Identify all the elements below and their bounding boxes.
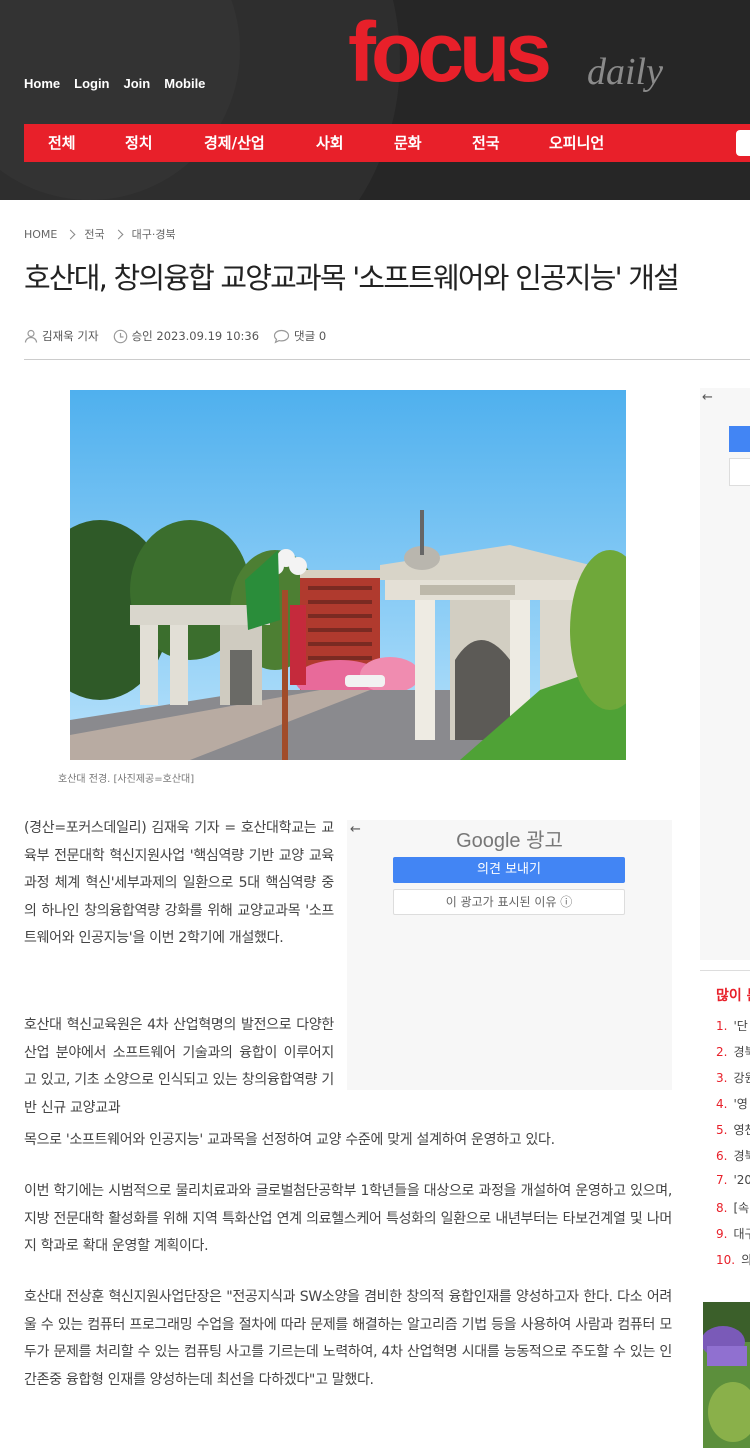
nav-all[interactable]: 전체 [48, 124, 76, 162]
article-photo [70, 390, 626, 760]
rank: 5. [716, 1123, 728, 1137]
campus-gate-image [70, 390, 626, 760]
article-paragraph-1: (경산=포커스데일리) 김재욱 기자 = 호산대학교는 교육부 전문대학 혁신지… [24, 820, 334, 946]
photo-caption: 호산대 전경. [사진제공=호산대] [58, 774, 195, 785]
breadcrumb-section[interactable]: 전국 [84, 226, 104, 242]
nav-economy[interactable]: 경제/산업 [204, 124, 265, 162]
headline[interactable]: 의 [741, 1253, 750, 1267]
popular-item[interactable]: 8. [속 [716, 1199, 749, 1216]
headline[interactable]: [속 [733, 1201, 749, 1215]
ad-feedback-button[interactable]: 의견 보내기 [393, 857, 625, 883]
nav-society[interactable]: 사회 [316, 124, 344, 162]
article-paragraph-3: 이번 학기에는 시범적으로 물리치료과와 글로벌첨단공학부 1학년들을 대상으로… [24, 1183, 672, 1254]
popular-news: 많이 본 뉴스 1. '단 2. 경북 3. 강원 4. '영 5. 영천 6. 경북 7.… [700, 970, 750, 1281]
main-nav: 전체 정치 경제/산업 사회 문화 전국 오피니언 [24, 124, 750, 162]
google-ad-label: Google 광고 [456, 830, 563, 852]
headline[interactable]: 경북 [733, 1045, 750, 1059]
popular-item[interactable]: 6. 경북 [716, 1147, 750, 1164]
breadcrumb-home[interactable]: HOME [24, 228, 57, 241]
rank: 1. [716, 1019, 728, 1033]
date-meta: 승인 2023.09.19 10:36 [113, 328, 259, 344]
login-link[interactable]: Login [74, 76, 109, 91]
divider [24, 359, 750, 360]
headline[interactable]: '20 [733, 1173, 750, 1187]
back-arrow-icon[interactable]: ← [702, 390, 713, 405]
breadcrumb-subsection[interactable]: 대구·경북 [132, 226, 176, 242]
article-paragraph-4: 호산대 전상훈 혁신지원사업단장은 "전공지식과 SW소양을 겸비한 창의적 융… [24, 1289, 672, 1388]
site-header: Home Login Join Mobile focus daily 전체 정치… [0, 0, 750, 200]
nav-nationwide[interactable]: 전국 [472, 124, 500, 162]
user-icon [24, 329, 38, 343]
thumbnail-image [703, 1302, 750, 1448]
article-meta: 김재욱 기자 승인 2023.09.19 10:36 댓글 0 [24, 328, 340, 344]
article-title: 호산대, 창의융합 교양교과목 '소프트웨어와 인공지능' 개설 [24, 261, 680, 295]
author-name[interactable]: 김재욱 기자 [42, 328, 99, 344]
comments-meta: 댓글 0 [273, 328, 326, 344]
rank: 6. [716, 1149, 728, 1163]
nav-politics[interactable]: 정치 [125, 124, 153, 162]
publish-date: 승인 2023.09.19 10:36 [131, 329, 260, 343]
sidebar-ad-why-button[interactable] [729, 458, 750, 486]
headline[interactable]: 영천 [733, 1123, 750, 1137]
headline[interactable]: 강원 [733, 1071, 750, 1085]
comment-icon [273, 329, 290, 343]
mobile-link[interactable]: Mobile [164, 76, 205, 91]
sidebar-ad: ← [700, 388, 750, 960]
author-meta: 김재욱 기자 [24, 328, 99, 344]
search-input[interactable] [736, 130, 750, 156]
rank: 4. [716, 1097, 728, 1111]
article-paragraph-2a: 호산대 혁신교육원은 4차 산업혁명의 발전으로 다양한 산업 분야에서 소프트… [24, 1017, 334, 1116]
nav-culture[interactable]: 문화 [394, 124, 422, 162]
breadcrumb: HOME 전국 대구·경북 [24, 226, 176, 242]
popular-item[interactable]: 2. 경북 [716, 1043, 750, 1060]
nav-opinion[interactable]: 오피니언 [549, 124, 604, 162]
popular-item[interactable]: 1. '단 [716, 1017, 748, 1034]
clock-icon [113, 329, 127, 343]
popular-item[interactable]: 4. '영 [716, 1095, 748, 1112]
headline[interactable]: '영 [733, 1097, 747, 1111]
sidebar-ad-feedback-button[interactable] [729, 426, 750, 452]
rank: 10. [716, 1253, 736, 1267]
popular-item[interactable]: 3. 강원 [716, 1069, 750, 1086]
site-logo[interactable]: focus [348, 4, 552, 100]
sidebar-thumbnail[interactable] [703, 1302, 750, 1448]
popular-item[interactable]: 10. 의 [716, 1251, 750, 1268]
site-logo-sub[interactable]: daily [587, 50, 663, 94]
rank: 8. [716, 1201, 728, 1215]
ad-why-button[interactable]: 이 광고가 표시된 이유 ⓘ [393, 889, 625, 915]
rank: 7. [716, 1173, 728, 1187]
inline-ad: ← Google 광고 의견 보내기 이 광고가 표시된 이유 ⓘ [347, 820, 672, 1090]
popular-news-title: 많이 본 뉴스 [716, 988, 750, 1004]
rank: 3. [716, 1071, 728, 1085]
chevron-right-icon [113, 229, 124, 239]
headline[interactable]: 대구 [733, 1227, 750, 1241]
home-link[interactable]: Home [24, 76, 60, 91]
headline[interactable]: 경북 [733, 1149, 750, 1163]
comment-count[interactable]: 댓글 0 [294, 328, 326, 344]
popular-item[interactable]: 5. 영천 [716, 1121, 750, 1138]
article-paragraph-2b: 목으로 '소프트웨어와 인공지능' 교과목을 선정하여 교양 수준에 맞게 설계… [24, 1132, 555, 1148]
top-links: Home Login Join Mobile [24, 76, 205, 91]
rank: 2. [716, 1045, 728, 1059]
chevron-right-icon [65, 229, 76, 239]
headline[interactable]: '단 [733, 1019, 747, 1033]
popular-item[interactable]: 9. 대구 [716, 1225, 750, 1242]
join-link[interactable]: Join [124, 76, 151, 91]
popular-item[interactable]: 7. '20 [716, 1173, 750, 1187]
rank: 9. [716, 1227, 728, 1241]
